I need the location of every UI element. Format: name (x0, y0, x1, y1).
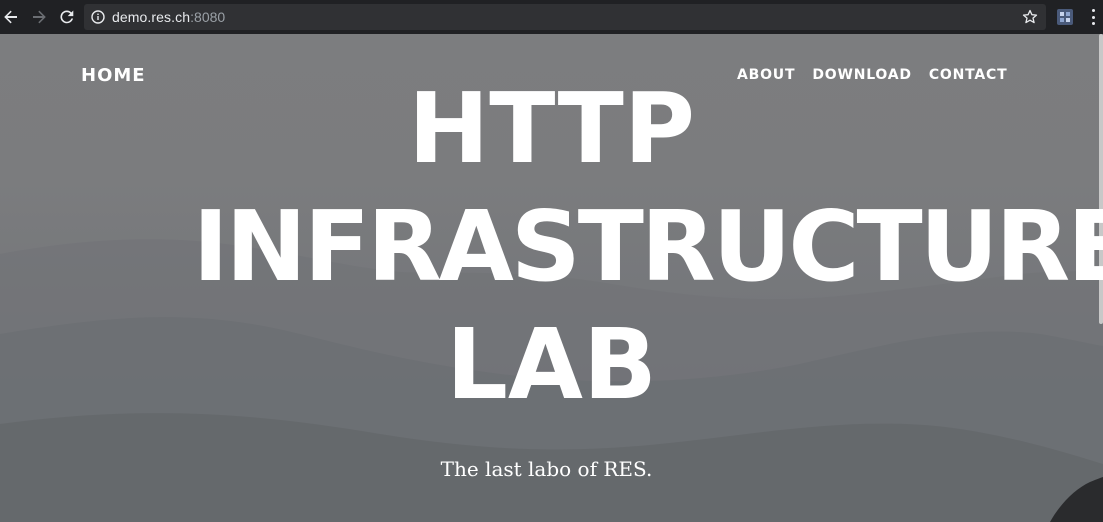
address-bar[interactable]: demo.res.ch:8080 (84, 4, 1046, 30)
star-icon[interactable] (1020, 7, 1040, 27)
hero-subtitle: The last labo of RES. (440, 457, 653, 481)
url-port: :8080 (190, 9, 226, 25)
extension-icon[interactable] (1056, 8, 1074, 26)
hero-title-line-2: INFRASTRUCTURE (192, 190, 1103, 303)
url-host: demo.res.ch (112, 9, 191, 25)
browser-toolbar: demo.res.ch:8080 (0, 0, 1103, 34)
forward-arrow-icon[interactable] (26, 4, 52, 30)
hero-title: HTTP INFRASTRUCTURE LAB (0, 70, 1103, 424)
kebab-menu-icon[interactable] (1090, 9, 1096, 25)
info-icon[interactable] (90, 9, 106, 25)
page-hero: HOME ABOUT DOWNLOAD CONTACT HTTP INFRAST… (0, 34, 1103, 522)
back-arrow-icon[interactable] (0, 4, 24, 30)
hero-title-line-3: LAB (446, 308, 657, 421)
hero-title-line-1: HTTP (408, 72, 695, 185)
reload-icon[interactable] (54, 4, 80, 30)
